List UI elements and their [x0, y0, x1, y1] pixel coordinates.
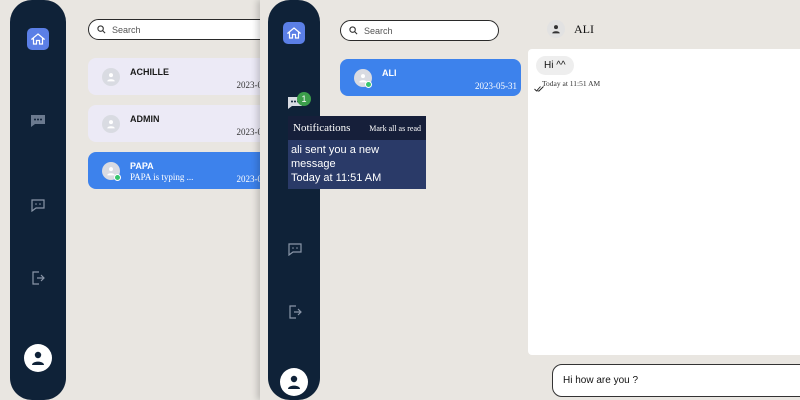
conversation-name: PAPA — [130, 161, 154, 171]
search-field[interactable] — [340, 20, 499, 41]
conversation-item-active[interactable]: ALI 2023-05-31 — [340, 59, 521, 96]
notification-message: ali sent you a new message — [291, 144, 380, 170]
notifications-title: Notifications — [293, 122, 351, 134]
notification-time: Today at 11:51 AM — [291, 172, 382, 184]
message-time: Today at 11:51 AM — [542, 79, 601, 88]
online-indicator — [365, 81, 372, 88]
chat-header-avatar — [547, 20, 565, 38]
message-input-field[interactable] — [552, 364, 800, 397]
message-icon[interactable] — [287, 242, 303, 256]
conversation-name: ADMIN — [130, 114, 160, 124]
chat-icon[interactable] — [29, 113, 47, 129]
conversation-item[interactable]: ADMIN 2023-05-3 — [88, 105, 278, 142]
conversation-item-active[interactable]: PAPA PAPA is typing ... 2023-05-3 — [88, 152, 278, 189]
notification-item[interactable]: ali sent you a new message Today at 11:5… — [288, 140, 426, 189]
message-input[interactable] — [563, 375, 800, 386]
search-field[interactable] — [88, 19, 288, 40]
message-bubble: Hi ^^ — [536, 56, 574, 75]
notifications-header: Notifications Mark all as read — [288, 116, 426, 140]
left-sidebar — [10, 0, 66, 400]
home-icon[interactable] — [283, 22, 305, 44]
notification-badge: 1 — [297, 92, 311, 106]
logout-icon[interactable] — [30, 270, 46, 286]
search-icon — [97, 21, 106, 39]
profile-avatar[interactable] — [24, 344, 52, 372]
avatar — [102, 115, 120, 133]
home-icon[interactable] — [27, 28, 49, 50]
double-check-icon — [534, 85, 544, 94]
conversation-name: ACHILLE — [130, 67, 169, 77]
conversation-item[interactable]: ACHILLE 2023-05-2 — [88, 58, 278, 95]
message-icon[interactable] — [30, 198, 46, 212]
avatar — [102, 68, 120, 86]
mark-all-read-button[interactable]: Mark all as read — [369, 124, 421, 133]
chat-contact-name: ALI — [574, 22, 594, 36]
right-sidebar: 1 — [268, 0, 320, 400]
search-input[interactable] — [364, 25, 498, 36]
search-icon — [349, 22, 358, 40]
logout-icon[interactable] — [287, 304, 303, 320]
conversation-name: ALI — [382, 68, 397, 78]
online-indicator — [114, 174, 121, 181]
profile-avatar[interactable] — [280, 368, 308, 396]
conversation-date: 2023-05-31 — [475, 81, 517, 91]
chat-messages-area: Hi ^^ Today at 11:51 AM — [528, 49, 800, 355]
notifications-dropdown: Notifications Mark all as read ali sent … — [288, 116, 426, 189]
typing-indicator-text: PAPA is typing ... — [130, 172, 194, 182]
